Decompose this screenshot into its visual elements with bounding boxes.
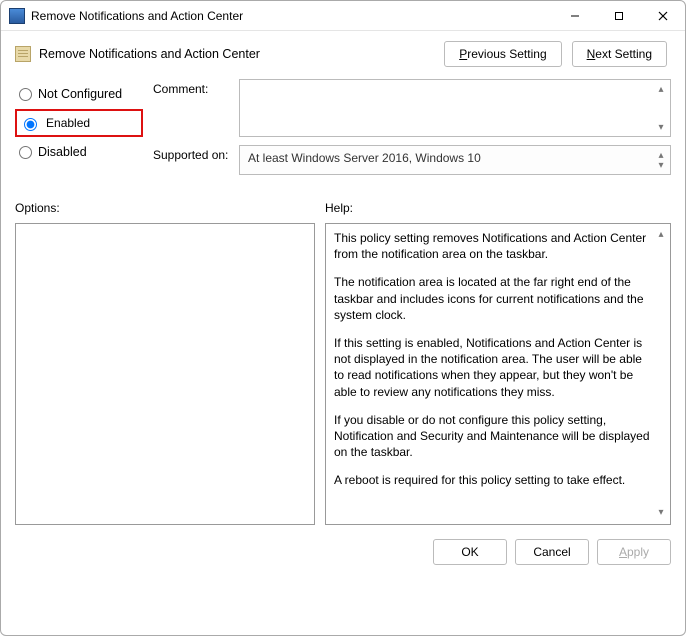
apply-button[interactable]: Apply <box>597 539 671 565</box>
help-p5: A reboot is required for this policy set… <box>334 472 650 488</box>
window-title: Remove Notifications and Action Center <box>31 9 553 23</box>
radio-not-configured[interactable]: Not Configured <box>15 81 143 107</box>
minimize-button[interactable] <box>553 1 597 31</box>
comment-scroll-up-icon[interactable]: ▴ <box>654 82 668 96</box>
help-label: Help: <box>325 201 671 215</box>
help-panel[interactable]: This policy setting removes Notification… <box>325 223 671 525</box>
previous-setting-button[interactable]: Previous Setting <box>444 41 561 67</box>
radio-not-configured-input[interactable] <box>19 88 32 101</box>
maximize-button[interactable] <box>597 1 641 31</box>
title-bar: Remove Notifications and Action Center <box>1 1 685 31</box>
help-scroll-up-icon[interactable]: ▴ <box>654 228 668 242</box>
comment-scroll-down-icon[interactable]: ▾ <box>654 120 668 134</box>
options-label: Options: <box>15 201 315 215</box>
help-p3: If this setting is enabled, Notification… <box>334 335 650 400</box>
radio-disabled[interactable]: Disabled <box>15 139 143 165</box>
options-panel[interactable] <box>15 223 315 525</box>
supported-scroll-down-icon[interactable]: ▾ <box>654 158 668 172</box>
help-p1: This policy setting removes Notification… <box>334 230 650 262</box>
comment-label: Comment: <box>153 79 231 96</box>
ok-button[interactable]: OK <box>433 539 507 565</box>
state-radios: Not Configured Enabled Disabled <box>15 73 143 183</box>
radio-enabled-input[interactable] <box>24 118 37 131</box>
close-button[interactable] <box>641 1 685 31</box>
footer-buttons: OK Cancel Apply <box>1 525 685 565</box>
radio-disabled-input[interactable] <box>19 146 32 159</box>
supported-on-value: At least Windows Server 2016, Windows 10 <box>248 151 481 165</box>
policy-icon <box>15 46 31 62</box>
enabled-highlight: Enabled <box>15 109 143 137</box>
next-setting-button[interactable]: Next Setting <box>572 41 667 67</box>
app-icon <box>9 8 25 24</box>
radio-enabled-label[interactable]: Enabled <box>46 116 90 130</box>
supported-on-label: Supported on: <box>153 145 231 162</box>
supported-on-box: At least Windows Server 2016, Windows 10… <box>239 145 671 175</box>
cancel-button[interactable]: Cancel <box>515 539 589 565</box>
comment-textbox[interactable]: ▴ ▾ <box>239 79 671 137</box>
subtitle-row: Remove Notifications and Action Center P… <box>1 31 685 71</box>
help-scroll-down-icon[interactable]: ▾ <box>654 506 668 520</box>
help-p2: The notification area is located at the … <box>334 274 650 323</box>
policy-subtitle: Remove Notifications and Action Center <box>39 47 444 61</box>
help-p4: If you disable or do not configure this … <box>334 412 650 461</box>
